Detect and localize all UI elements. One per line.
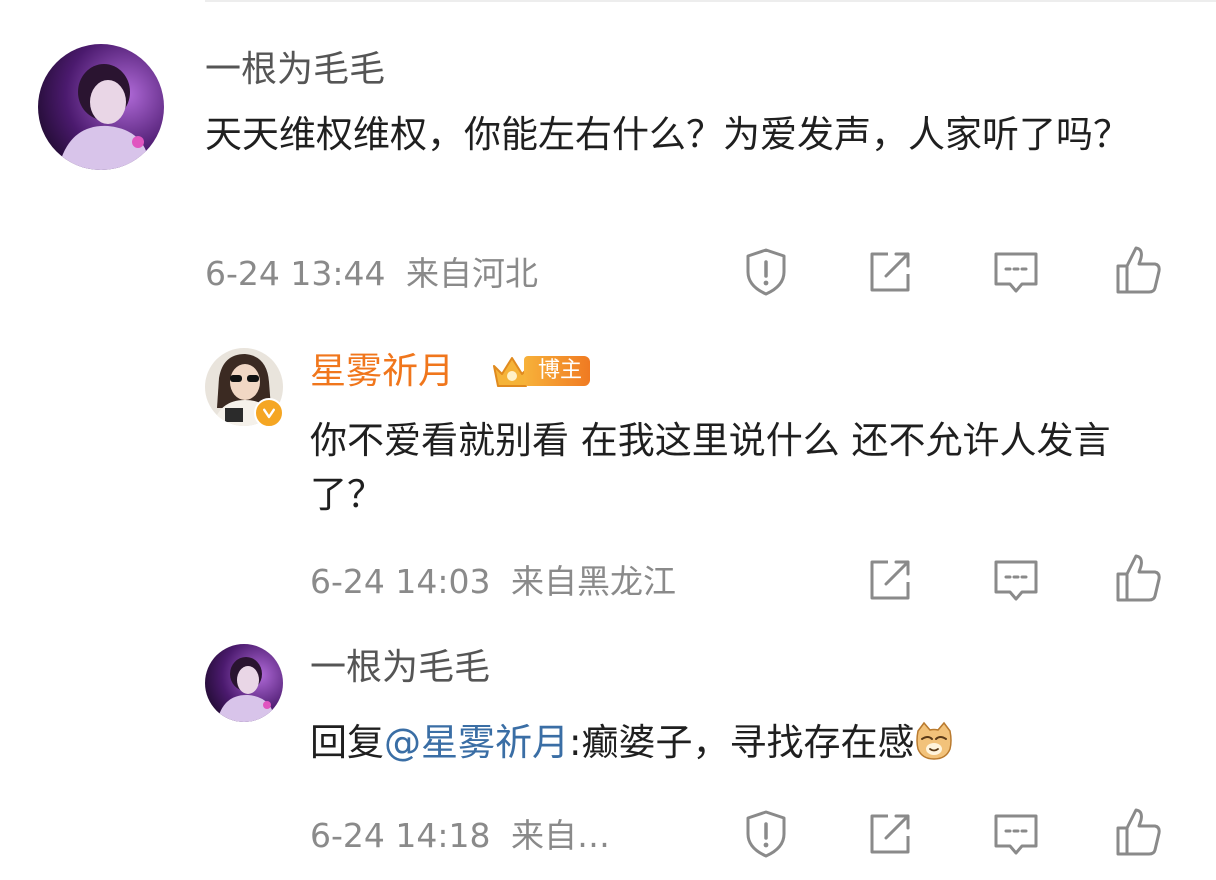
forward-icon[interactable] bbox=[864, 808, 916, 860]
like-icon[interactable] bbox=[1112, 806, 1164, 858]
divider bbox=[205, 0, 1216, 8]
verified-badge-icon bbox=[254, 398, 284, 428]
username[interactable]: 星雾祈月 bbox=[310, 350, 454, 394]
mention-link[interactable]: @星雾祈月 bbox=[384, 721, 569, 764]
forward-icon[interactable] bbox=[864, 246, 916, 298]
location: 来自河北 bbox=[406, 254, 538, 293]
comment-text: 天天维权维权，你能左右什么？为爱发声，人家听了吗？ bbox=[205, 113, 1130, 156]
reply-body: :癫婆子，寻找存在感 bbox=[569, 721, 915, 764]
reply-text: 你不爱看就别看 在我这里说什么 还不允许人发言了？ bbox=[310, 419, 1111, 516]
reply-prefix: 回复 bbox=[310, 721, 384, 764]
badge-label: 博主 bbox=[524, 356, 591, 386]
avatar[interactable] bbox=[205, 644, 283, 722]
comment-meta: 6-24 13:44 来自河北 bbox=[205, 254, 538, 294]
timestamp: 6-24 13:44 bbox=[205, 254, 386, 293]
comment-icon[interactable] bbox=[990, 246, 1042, 298]
location: 来自黑龙江 bbox=[511, 562, 676, 601]
blogger-badge: 博主 bbox=[490, 352, 591, 390]
cat-face-icon bbox=[916, 721, 953, 760]
comment-icon[interactable] bbox=[990, 808, 1042, 860]
like-icon[interactable] bbox=[1112, 552, 1164, 604]
report-icon[interactable] bbox=[740, 808, 792, 860]
like-icon[interactable] bbox=[1112, 244, 1164, 296]
avatar[interactable] bbox=[38, 44, 164, 170]
comment-icon[interactable] bbox=[990, 554, 1042, 606]
username[interactable]: 一根为毛毛 bbox=[205, 48, 385, 92]
reply-meta: 6-24 14:03 来自黑龙江 bbox=[310, 562, 676, 602]
location: 来自… bbox=[511, 816, 610, 855]
report-icon[interactable] bbox=[740, 246, 792, 298]
timestamp: 6-24 14:03 bbox=[310, 562, 491, 601]
username[interactable]: 一根为毛毛 bbox=[310, 646, 490, 690]
forward-icon[interactable] bbox=[864, 554, 916, 606]
avatar-image bbox=[205, 644, 283, 722]
reply-meta: 6-24 14:18 来自… bbox=[310, 816, 610, 856]
comment-thread: 一根为毛毛 天天维权维权，你能左右什么？为爱发声，人家听了吗？ 6-24 13:… bbox=[0, 0, 1216, 880]
timestamp: 6-24 14:18 bbox=[310, 816, 491, 855]
reply-text: 回复@星雾祈月:癫婆子，寻找存在感 bbox=[310, 716, 1170, 770]
avatar-image bbox=[38, 44, 164, 170]
